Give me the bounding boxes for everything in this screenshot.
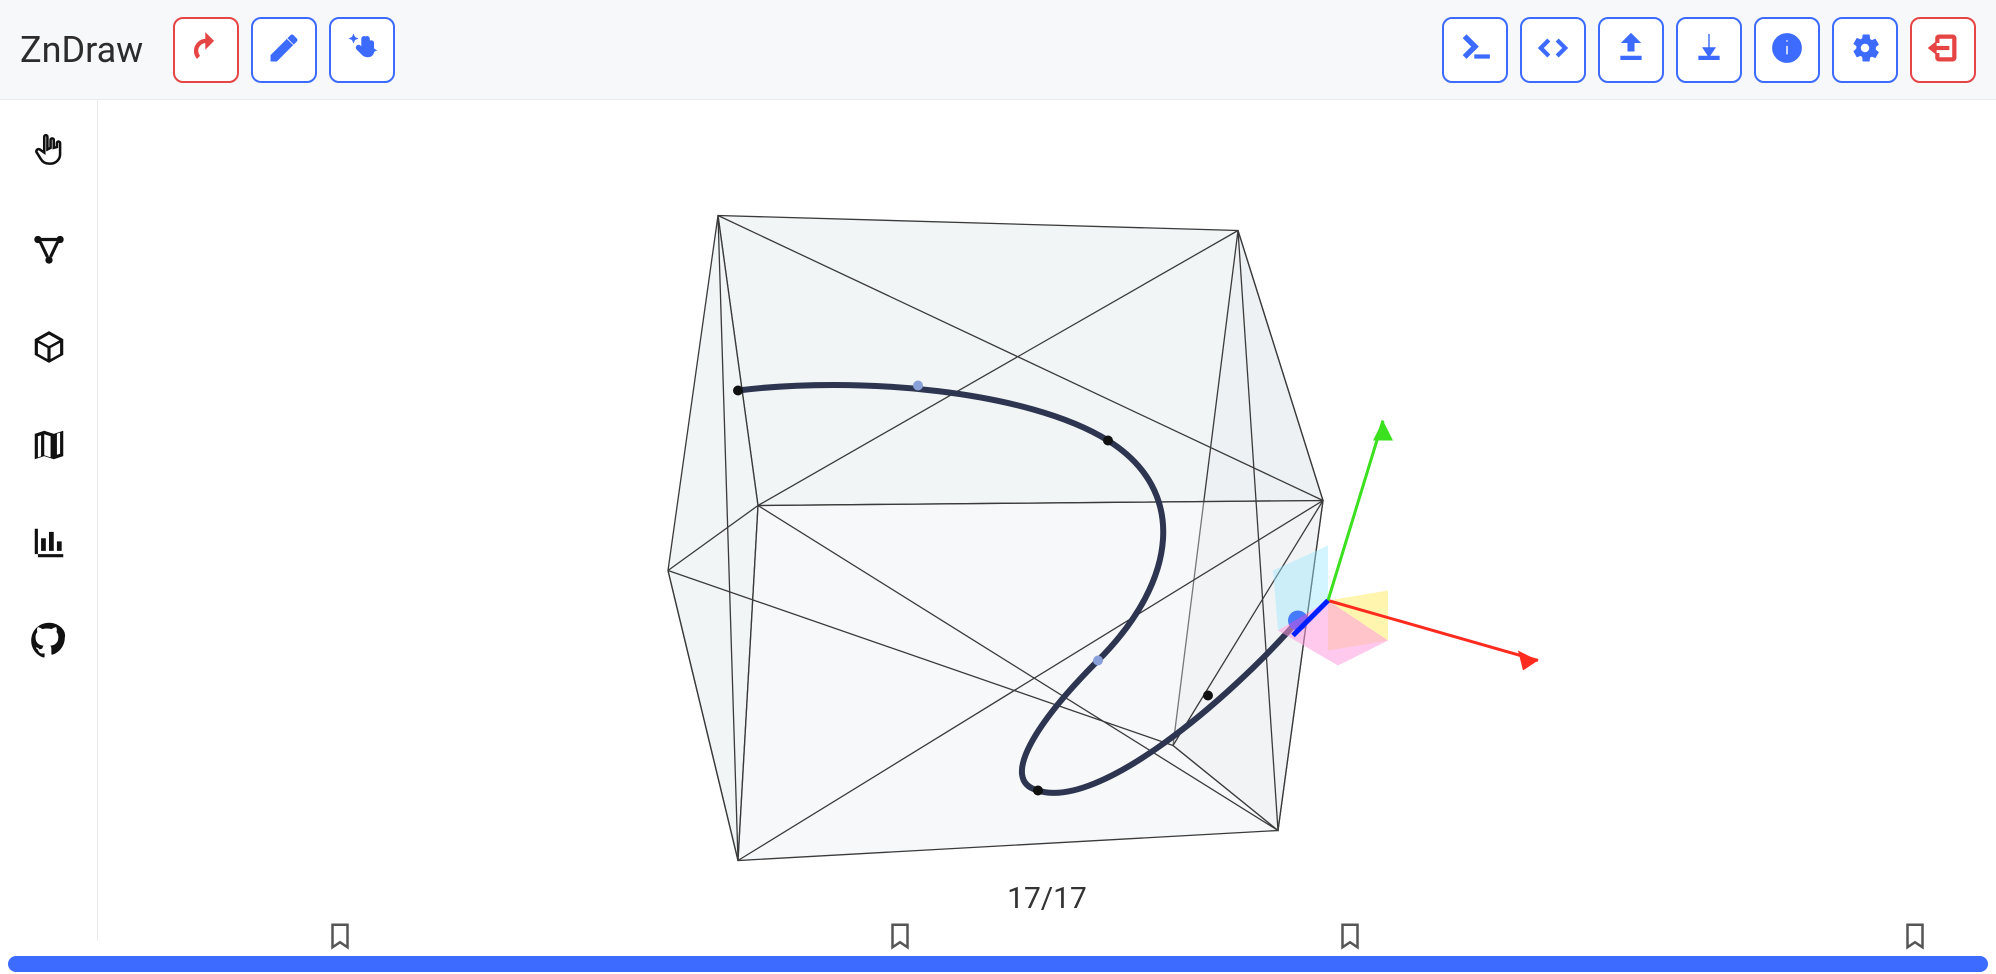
sidebar-github[interactable] (24, 618, 74, 668)
gear-icon (1848, 31, 1882, 69)
info-icon (1770, 31, 1804, 69)
timeline[interactable] (0, 941, 1996, 974)
frame-counter: 17/17 (1007, 881, 1087, 916)
terminal-icon (1458, 31, 1492, 69)
pencil-icon (267, 31, 301, 69)
upload-button[interactable] (1598, 17, 1664, 83)
info-button[interactable] (1754, 17, 1820, 83)
settings-button[interactable] (1832, 17, 1898, 83)
bookmark-icon[interactable] (1335, 918, 1365, 954)
sidebar-pointer[interactable] (24, 128, 74, 178)
sidebar-nodes[interactable] (24, 226, 74, 276)
scene-render (98, 100, 1996, 941)
bookmark-icon[interactable] (885, 918, 915, 954)
cube-icon (30, 328, 68, 370)
sidebar-map[interactable] (24, 422, 74, 472)
topbar: ZnDraw (0, 0, 1996, 100)
code-button[interactable] (1520, 17, 1586, 83)
upload-icon (1614, 31, 1648, 69)
edit-button[interactable] (251, 17, 317, 83)
sidebar-cube[interactable] (24, 324, 74, 374)
exit-button[interactable] (1910, 17, 1976, 83)
github-icon (30, 622, 68, 664)
code-icon (1536, 31, 1570, 69)
bar-chart-icon (30, 524, 68, 566)
viewport-3d[interactable]: 17/17 (98, 100, 1996, 941)
bookmark-icon[interactable] (325, 918, 355, 954)
download-button[interactable] (1676, 17, 1742, 83)
sidebar-chart[interactable] (24, 520, 74, 570)
app-title: ZnDraw (20, 29, 143, 71)
hand-sparkle-icon (345, 31, 379, 69)
progress-bar[interactable] (8, 956, 1988, 972)
nodes-icon (30, 230, 68, 272)
map-icon (30, 426, 68, 468)
bookmark-icon[interactable] (1900, 918, 1930, 954)
reset-button[interactable] (173, 17, 239, 83)
sidebar (0, 100, 98, 941)
exit-icon (1926, 31, 1960, 69)
redo-icon (189, 31, 223, 69)
modifier-button[interactable] (329, 17, 395, 83)
download-icon (1692, 31, 1726, 69)
pointer-icon (30, 132, 68, 174)
console-button[interactable] (1442, 17, 1508, 83)
